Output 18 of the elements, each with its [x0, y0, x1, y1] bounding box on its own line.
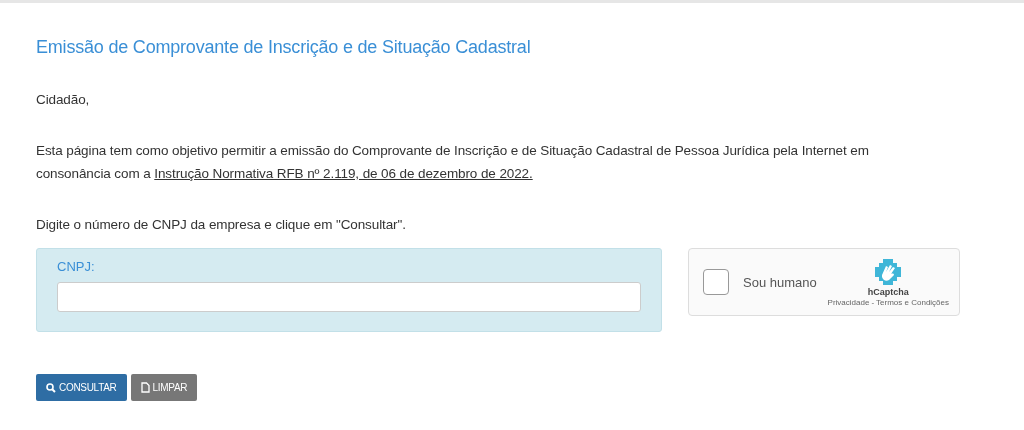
search-icon [46, 382, 56, 393]
captcha-label: Sou humano [743, 274, 818, 290]
page-title: Emissão de Comprovante de Inscrição e de Situação Cadastral [36, 37, 532, 58]
captcha-checkbox[interactable] [703, 269, 729, 295]
intro-paragraph: Esta página tem como objetivo permitir a emissão do Comprovante de Inscrição e de Situação Cadastral de Pessoa Jurídica pela Internet em consonância com a Instrução Normativa RFB nº 2.119, de 06 de dezembro de 2022. [36, 142, 870, 183]
instruction-text: Digite o número de CNPJ da empresa e clique em "Consultar". [36, 216, 407, 234]
brand-name: hCaptcha [867, 286, 909, 297]
cnpj-input-field[interactable] [57, 282, 641, 312]
clear-button[interactable]: LIMPAR [130, 374, 198, 401]
field-label: CNPJ: [57, 259, 96, 274]
hand-logo-icon [874, 257, 903, 286]
consult-button[interactable]: CONSULTAR [36, 374, 127, 401]
greeting-text: Cidadão, [36, 91, 91, 109]
terms-link[interactable]: Termos e Condições [876, 297, 949, 307]
separator-text: - [871, 297, 875, 307]
regulation-link[interactable]: Instrução Normativa RFB nº 2.119, de 06 de dezembro de 2022. [154, 166, 533, 181]
document-icon [140, 382, 150, 393]
privacy-link[interactable]: Privacidade [827, 297, 870, 307]
